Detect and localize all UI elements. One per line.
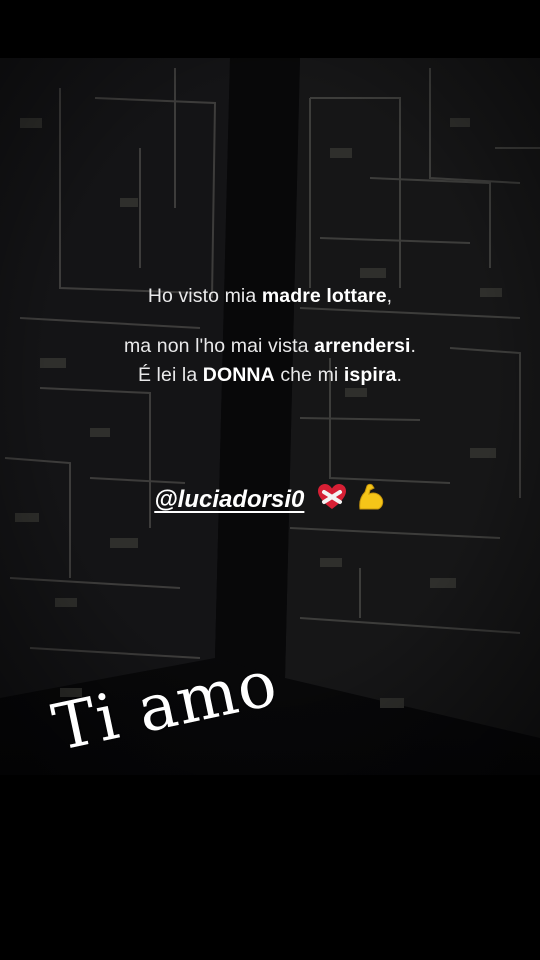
mention-row: @luciadorsi0 — [0, 482, 540, 519]
quote-text: Ho visto mia madre lottare, ma non l'ho … — [0, 284, 540, 387]
flexed-biceps-icon — [356, 482, 386, 519]
quote-line-3-mid: che mi — [274, 364, 344, 386]
quote-line-3-bold-1: DONNA — [202, 364, 275, 386]
heart-bandage-icon — [317, 483, 347, 518]
story-screen: Ho visto mia madre lottare, ma non l'ho … — [0, 0, 540, 960]
user-mention-link[interactable]: @luciadorsi0 — [154, 486, 304, 513]
quote-line-3-bold-2: ispira — [343, 364, 397, 386]
quote-line-3: É lei la DONNA che mi ispira. — [0, 363, 540, 387]
top-letterbox — [0, 0, 540, 58]
quote-line-1: Ho visto mia madre lottare, — [0, 284, 540, 308]
quote-line-2: ma non l'ho mai vista arrendersi. — [0, 334, 540, 358]
quote-line-2-post: . — [410, 335, 417, 357]
quote-line-2-bold: arrendersi — [314, 335, 411, 357]
quote-line-1-bold: madre lottare — [261, 285, 387, 307]
quote-line-3-pre: É lei la — [137, 364, 203, 386]
quote-line-3-post: . — [396, 364, 403, 386]
quote-line-1-post: , — [386, 285, 393, 307]
bottom-letterbox — [0, 775, 540, 960]
quote-line-1-pre: Ho visto mia — [147, 285, 262, 307]
quote-line-2-pre: ma non l'ho mai vista — [123, 335, 315, 357]
